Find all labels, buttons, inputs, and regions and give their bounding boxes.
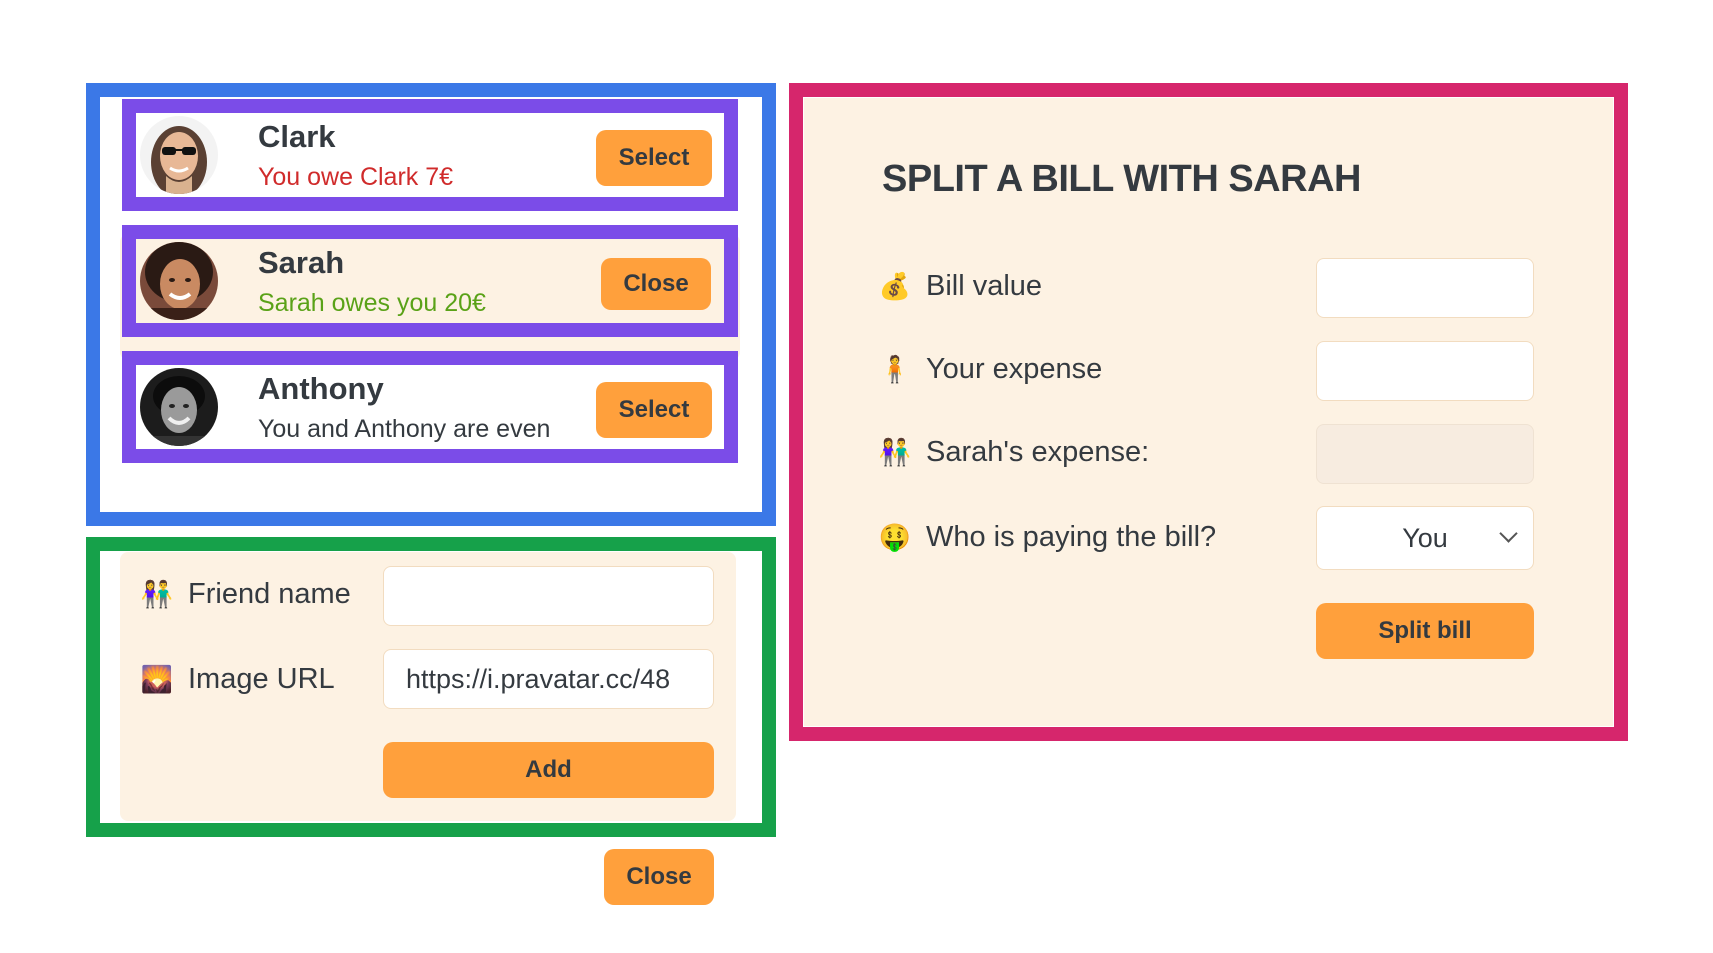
avatar-anthony [140,368,218,446]
friend-expense-label: Sarah's expense: [926,436,1150,468]
payer-select[interactable]: You [1316,506,1534,570]
bill-value-input[interactable] [1316,258,1534,318]
image-url-label: Image URL [188,663,335,695]
person-standing-icon: 🧍 [878,354,912,385]
friend-name: Clark [258,119,336,154]
friend-name: Sarah [258,245,345,280]
select-clark-button[interactable]: Select [596,130,712,186]
sunrise-image-icon: 🌄 [140,664,174,695]
your-expense-label: Your expense [926,353,1103,385]
friend-expense-input [1316,424,1534,484]
your-expense-input[interactable] [1316,341,1534,401]
friend-name-input[interactable] [383,566,714,626]
split-bill-button[interactable]: Split bill [1316,603,1534,659]
chevron-down-icon [1499,524,1518,543]
money-bag-icon: 💰 [878,271,912,302]
friend-name: Anthony [258,371,384,406]
friend-name-row: 👫 Friend name [140,578,351,611]
avatar-sarah [140,242,218,320]
friends-icon: 👫 [140,579,174,610]
bill-value-row: 💰 Bill value [878,270,1042,303]
friend-balance: Sarah owes you 20€ [258,289,486,317]
split-bill-title: SPLIT A BILL WITH SARAH [882,158,1361,200]
friend-item-sarah: Sarah Sarah owes you 20€ Close [122,225,738,337]
add-friend-button[interactable]: Add [383,742,714,798]
close-sarah-button[interactable]: Close [601,258,711,310]
friend-expense-row: 👫 Sarah's expense: [878,436,1149,469]
money-mouth-face-icon: 🤑 [878,522,912,553]
friend-item-clark: Clark You owe Clark 7€ Select [122,99,738,211]
select-anthony-button[interactable]: Select [596,382,712,438]
avatar-clark [140,116,218,194]
payer-row: 🤑 Who is paying the bill? [878,521,1216,554]
close-form-button[interactable]: Close [604,849,714,905]
friends-icon: 👫 [878,437,912,468]
your-expense-row: 🧍 Your expense [878,353,1102,386]
friend-item-anthony: Anthony You and Anthony are even Select [122,351,738,463]
image-url-input[interactable]: https://i.pravatar.cc/48 [383,649,714,709]
bill-value-label: Bill value [926,270,1043,302]
payer-label: Who is paying the bill? [926,521,1217,553]
friend-name-label: Friend name [188,578,351,610]
friend-balance: You owe Clark 7€ [258,163,454,191]
image-url-row: 🌄 Image URL [140,663,335,696]
payer-selected-value: You [1402,522,1448,553]
friend-balance: You and Anthony are even [258,415,551,443]
